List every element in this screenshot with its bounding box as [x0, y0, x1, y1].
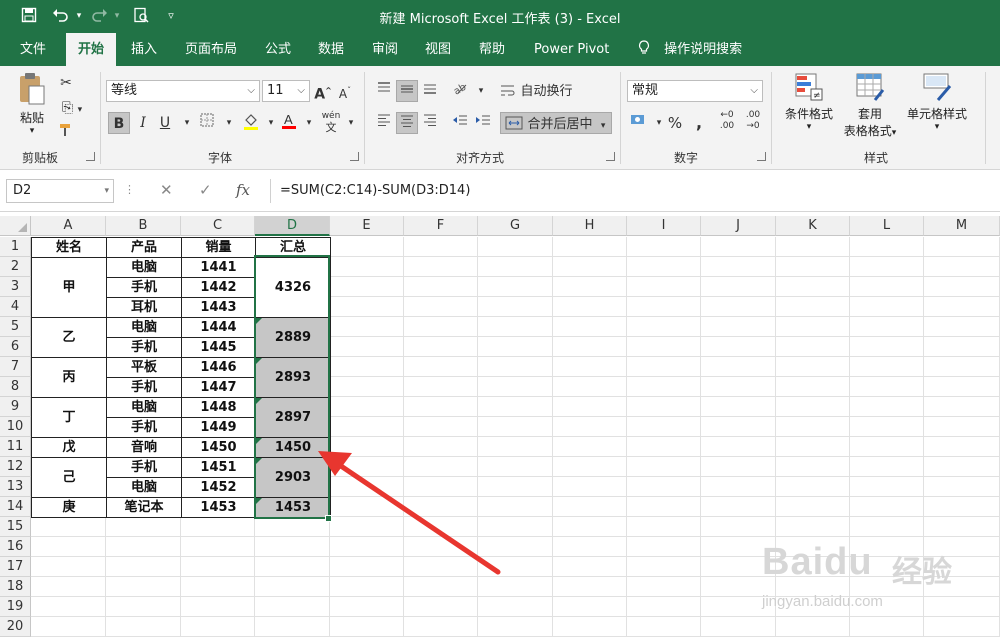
- baidu-logo: Baidu: [762, 541, 873, 583]
- watermark-url: jingyan.baidu.com: [762, 593, 883, 610]
- watermark-cn: 经验: [892, 555, 952, 590]
- baidu-watermark: Baidu 经验 jingyan.baidu.com: [762, 541, 992, 621]
